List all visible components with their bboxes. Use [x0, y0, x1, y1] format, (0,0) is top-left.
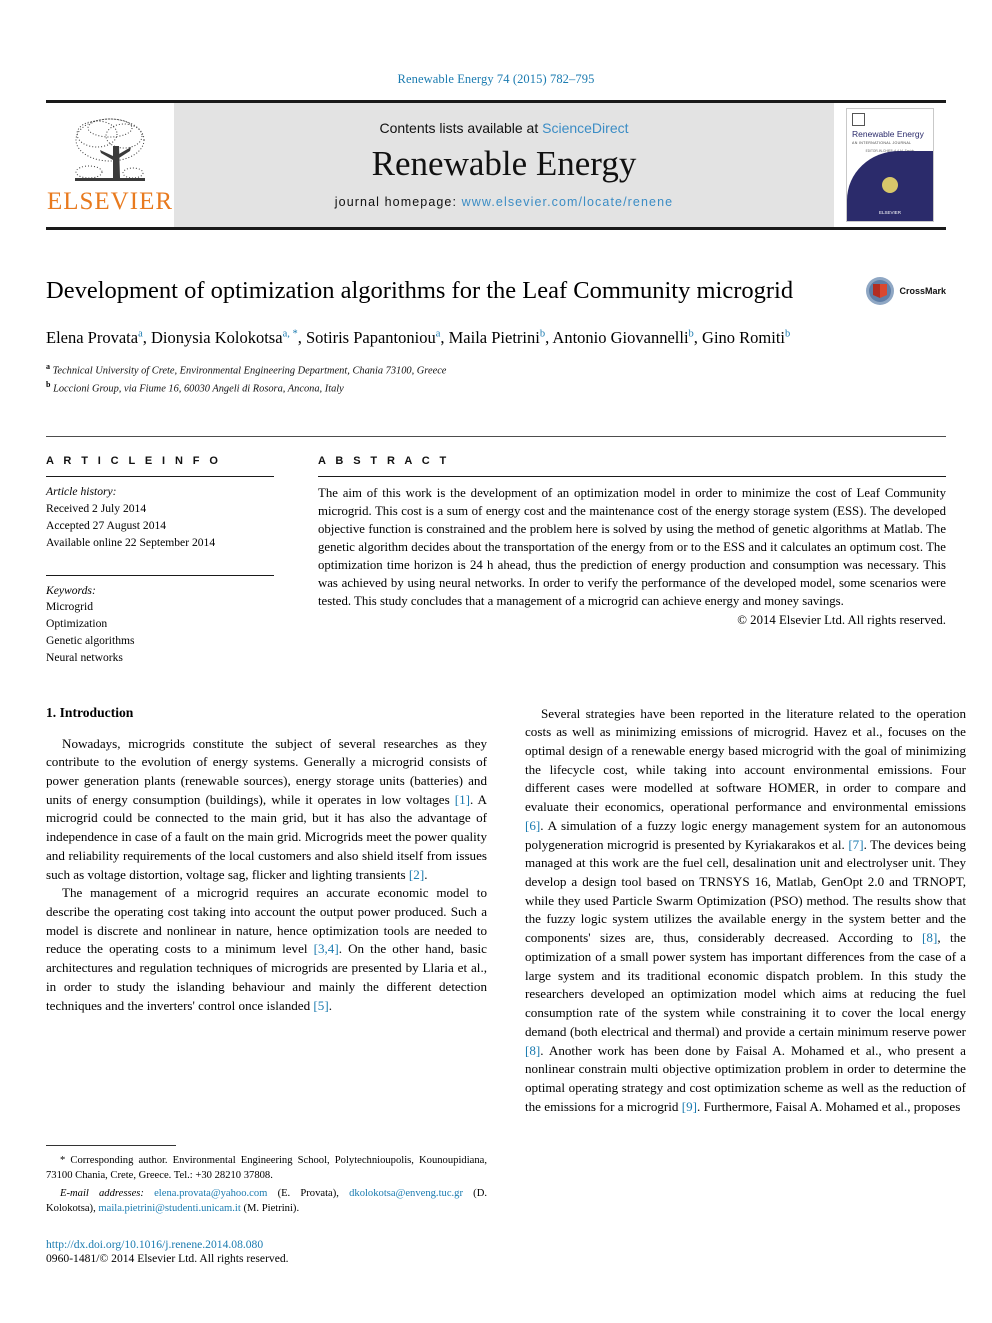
- author-name: Sotiris Papantoniou: [305, 327, 436, 347]
- elsevier-logo: ELSEVIER: [46, 103, 174, 227]
- keywords-block: Keywords: Microgrid Optimization Genetic…: [46, 568, 274, 667]
- citation-link[interactable]: [3,4]: [314, 941, 339, 956]
- elsevier-wordmark: ELSEVIER: [46, 188, 174, 215]
- citation-link[interactable]: [2]: [409, 867, 424, 882]
- cover-elsevier-mark-icon: [852, 113, 865, 126]
- contents-prefix: Contents lists available at: [379, 119, 543, 136]
- cover-emblem-icon: [882, 177, 898, 193]
- history-item: Available online 22 September 2014: [46, 535, 216, 549]
- affiliation-text: Technical University of Crete, Environme…: [52, 365, 447, 377]
- email-link[interactable]: dkolokotsa@enveng.tuc.gr: [349, 1188, 463, 1199]
- cover-journal-title: Renewable Energy: [852, 129, 924, 139]
- crossmark-badge[interactable]: CrossMark: [865, 276, 946, 306]
- abstract-column: A B S T R A C T The aim of this work is …: [318, 455, 946, 666]
- journal-title: Renewable Energy: [371, 143, 637, 183]
- cover-top: Renewable Energy AN INTERNATIONAL JOURNA…: [847, 109, 933, 155]
- section-heading-introduction: 1. Introduction: [46, 704, 134, 720]
- corresponding-author-text: * Corresponding author. Environmental En…: [46, 1155, 487, 1182]
- cover-subtitle: AN INTERNATIONAL JOURNAL: [852, 140, 912, 145]
- corresponding-author-note: * Corresponding author. Environmental En…: [46, 1153, 487, 1183]
- affiliation-item: a Technical University of Crete, Environ…: [46, 361, 946, 379]
- abstract-copyright: © 2014 Elsevier Ltd. All rights reserved…: [737, 612, 946, 627]
- issn-copyright-line: 0960-1481/© 2014 Elsevier Ltd. All right…: [46, 1251, 289, 1265]
- body-columns: 1. Introduction Nowadays, microgrids con…: [46, 705, 966, 1265]
- running-head: Renewable Energy 74 (2015) 782–795: [397, 72, 595, 86]
- homepage-prefix: journal homepage:: [334, 194, 462, 209]
- doi-link[interactable]: http://dx.doi.org/10.1016/j.renene.2014.…: [46, 1238, 487, 1251]
- author-affiliation-mark: b: [688, 328, 694, 340]
- history-item: Accepted 27 August 2014: [46, 518, 167, 532]
- cover-wave-graphic: ELSEVIER: [847, 144, 933, 221]
- email-person: (E. Provata): [277, 1187, 337, 1199]
- author-name: Gino Romiti: [702, 327, 785, 347]
- author-list: Elena Provataa, Dionysia Kolokotsaa, *, …: [46, 327, 791, 347]
- affiliation-list: a Technical University of Crete, Environ…: [46, 361, 946, 396]
- abstract-heading: A B S T R A C T: [318, 455, 450, 468]
- citation-link[interactable]: [1]: [455, 792, 470, 807]
- crossmark-label: CrossMark: [899, 286, 946, 296]
- page-title: Development of optimization algorithms f…: [46, 277, 794, 304]
- author-affiliation-mark: b: [539, 328, 546, 340]
- cover-footer-text: ELSEVIER: [878, 210, 901, 215]
- email-person: (M. Pietrini): [243, 1202, 297, 1214]
- contents-line: Contents lists available at ScienceDirec…: [379, 120, 628, 136]
- citation-link[interactable]: [9]: [682, 1099, 697, 1114]
- paragraph: The management of a microgrid requires a…: [46, 885, 487, 1013]
- affiliation-mark: a: [46, 362, 50, 372]
- author-name: Antonio Giovannelli: [552, 327, 689, 347]
- keyword-item: Optimization: [46, 617, 108, 631]
- crossmark-icon: [866, 277, 895, 305]
- citation-link[interactable]: [6]: [525, 818, 540, 833]
- email-addresses-note: E-mail addresses: elena.provata@yahoo.co…: [46, 1187, 487, 1214]
- article-info-heading: A R T I C L E I N F O: [46, 455, 222, 468]
- right-column: Several strategies have been reported in…: [525, 705, 966, 1265]
- left-column: 1. Introduction Nowadays, microgrids con…: [46, 705, 487, 1265]
- masthead-right: Renewable Energy AN INTERNATIONAL JOURNA…: [834, 103, 946, 227]
- author-affiliation-mark[interactable]: a, *: [283, 328, 298, 339]
- keyword-item: Microgrid: [46, 600, 94, 614]
- info-abstract-section: A R T I C L E I N F O Article history: R…: [46, 436, 946, 666]
- affiliation-item: b Loccioni Group, via Fiume 16, 60030 An…: [46, 379, 946, 397]
- abstract-text: The aim of this work is the development …: [318, 486, 946, 608]
- article-history-label: Article history:: [46, 485, 117, 499]
- title-block: Development of optimization algorithms f…: [46, 276, 946, 396]
- citation-link[interactable]: [8]: [525, 1043, 540, 1058]
- citation-link[interactable]: [8]: [922, 930, 937, 945]
- citation-link[interactable]: [5]: [313, 998, 328, 1013]
- footnote-block: * Corresponding author. Environmental En…: [46, 1145, 487, 1265]
- author-affiliation-mark: a: [138, 328, 143, 340]
- author-affiliation-mark: b: [785, 328, 791, 340]
- author-name: Maila Pietrini: [448, 327, 540, 347]
- footnote-divider: [46, 1145, 176, 1147]
- elsevier-tree-icon: [75, 118, 145, 181]
- paragraph: Several strategies have been reported in…: [525, 705, 966, 1114]
- paragraph: Nowadays, microgrids constitute the subj…: [46, 735, 488, 882]
- email-link[interactable]: elena.provata@yahoo.com: [154, 1188, 267, 1199]
- article-info-column: A R T I C L E I N F O Article history: R…: [46, 455, 274, 666]
- author-name: Dionysia Kolokotsa: [151, 327, 283, 347]
- email-link[interactable]: maila.pietrini@studenti.unicam.it: [98, 1203, 240, 1214]
- sciencedirect-link[interactable]: ScienceDirect: [542, 120, 628, 136]
- email-label: E-mail addresses:: [60, 1187, 144, 1199]
- keyword-item: Neural networks: [46, 650, 123, 664]
- affiliation-mark: b: [46, 379, 51, 389]
- journal-cover-thumbnail: Renewable Energy AN INTERNATIONAL JOURNA…: [846, 108, 934, 222]
- journal-homepage-line: journal homepage: www.elsevier.com/locat…: [335, 195, 673, 209]
- journal-masthead: ELSEVIER Contents lists available at Sci…: [46, 100, 946, 230]
- history-item: Received 2 July 2014: [46, 502, 147, 516]
- affiliation-text: Loccioni Group, via Fiume 16, 60030 Ange…: [53, 383, 344, 395]
- doi-block: http://dx.doi.org/10.1016/j.renene.2014.…: [46, 1238, 487, 1265]
- masthead-center: Contents lists available at ScienceDirec…: [174, 103, 834, 227]
- journal-homepage-link[interactable]: www.elsevier.com/locate/renene: [462, 195, 674, 209]
- author-affiliation-mark: a: [435, 328, 441, 340]
- article-history-block: Article history: Received 2 July 2014 Ac…: [46, 477, 274, 551]
- paper-page: Renewable Energy 74 (2015) 782–795 ELSEV…: [0, 0, 992, 1323]
- keywords-label: Keywords:: [46, 583, 96, 597]
- keyword-item: Genetic algorithms: [46, 633, 135, 647]
- divider: [46, 574, 274, 576]
- citation-link[interactable]: [7]: [848, 837, 863, 852]
- author-name: Elena Provata: [46, 327, 139, 347]
